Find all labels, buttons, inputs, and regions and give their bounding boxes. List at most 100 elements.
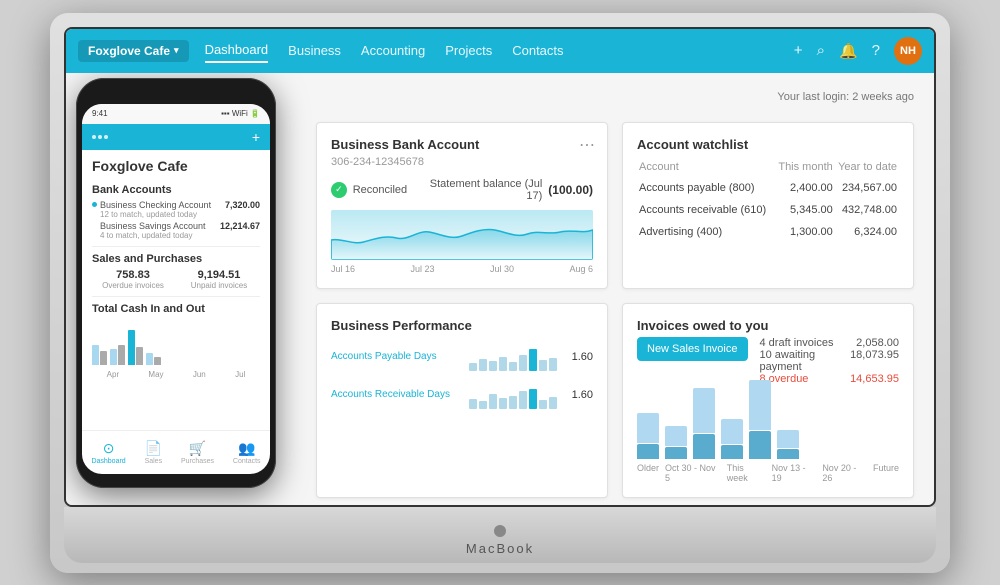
phone-nav-purchases[interactable]: 🛒 Purchases: [181, 440, 214, 465]
perf-bar: [469, 363, 477, 371]
phone-screen: 9:41 ▪▪▪ WiFi 🔋 +: [82, 104, 270, 474]
macbook-frame: Foxglove Cafe ▾ Dashboard Business Accou…: [50, 13, 950, 573]
macbook-camera: [494, 525, 506, 537]
phone-chart-labels: Apr May Jun Jul: [92, 370, 260, 379]
phone-cash-title: Total Cash In and Out: [92, 303, 260, 315]
perf-bar: [499, 398, 507, 409]
watchlist-col-ytd: Year to date: [835, 158, 897, 176]
purchases-icon: 🛒: [189, 440, 206, 457]
invoice-actions: New Sales Invoice 4 draft invoices 2,058…: [637, 337, 899, 385]
invoice-stat-row-0: 4 draft invoices 2,058.00: [760, 337, 900, 349]
phone-nav-dot: [104, 135, 108, 139]
phone-bar-group-apr: [92, 345, 107, 365]
watchlist-col-month: This month: [775, 158, 832, 176]
phone-add-icon[interactable]: +: [252, 129, 260, 145]
user-avatar[interactable]: NH: [894, 37, 922, 65]
nav-dashboard[interactable]: Dashboard: [205, 38, 269, 63]
chart-bar-oct: [665, 426, 687, 459]
phone-nav-dashboard[interactable]: ⊙ Dashboard: [91, 440, 125, 465]
phone-nav-contacts-label: Contacts: [233, 458, 261, 465]
perf-bar: [519, 391, 527, 409]
invoice-chart-area: Older Oct 30 - Nov 5 This week Nov 13 - …: [637, 395, 899, 483]
watchlist-card: Account watchlist Account This month Yea…: [622, 122, 914, 289]
bank-card-number: 306-234-12345678: [331, 156, 593, 168]
phone-bar-group-jul: [146, 353, 161, 365]
watchlist-title: Account watchlist: [637, 137, 899, 152]
dashboard-grid: ⋯ Business Bank Account 306-234-12345678…: [316, 122, 914, 505]
statement-label: Statement balance (Jul 17): [413, 178, 542, 202]
reconciled-status: Reconciled: [353, 184, 407, 196]
phone-bar: [136, 347, 143, 365]
phone-account-name-0: Business Checking Account 12 to match, u…: [92, 200, 211, 219]
last-login: Your last login: 2 weeks ago: [777, 91, 914, 103]
phone-bar: [92, 345, 99, 365]
phone-nav: +: [82, 124, 270, 150]
nav-accounting[interactable]: Accounting: [361, 39, 425, 62]
invoice-stats: 4 draft invoices 2,058.00 10 awaiting pa…: [760, 337, 900, 385]
perf-label-0: Accounts Payable Days: [331, 351, 461, 362]
chart-labels: Older Oct 30 - Nov 5 This week Nov 13 - …: [637, 463, 899, 483]
phone-divider-2: [92, 296, 260, 297]
chevron-down-icon: ▾: [174, 45, 179, 56]
org-switcher[interactable]: Foxglove Cafe ▾: [78, 40, 189, 62]
perf-bar: [539, 360, 547, 371]
invoices-card: Invoices owed to you New Sales Invoice 4…: [622, 303, 914, 498]
perf-bar: [499, 357, 507, 371]
bank-card-menu-icon[interactable]: ⋯: [579, 135, 595, 155]
reconciled-row: ✓ Reconciled Statement balance (Jul 17) …: [331, 178, 593, 202]
invoice-chart: [637, 399, 899, 459]
new-invoice-button[interactable]: New Sales Invoice: [637, 337, 748, 361]
phone-sales-label-1: Unpaid invoices: [178, 281, 260, 290]
nav-business[interactable]: Business: [288, 39, 341, 62]
phone-nav-contacts[interactable]: 👥 Contacts: [233, 440, 261, 465]
perf-bars-0: [469, 343, 557, 371]
perf-bar-highlight: [529, 349, 537, 371]
phone-nav-dots: [92, 135, 108, 139]
perf-value-1: 1.60: [565, 389, 593, 401]
phone-nav-dashboard-label: Dashboard: [91, 458, 125, 465]
main-content: Foxglove Cafe Your last login: 2 weeks a…: [66, 73, 934, 505]
phone-bottom-nav: ⊙ Dashboard 📄 Sales 🛒 Purchases: [82, 430, 270, 474]
perf-bar: [549, 397, 557, 409]
help-icon[interactable]: ?: [872, 42, 880, 59]
bell-icon[interactable]: 🔔: [839, 42, 858, 60]
phone-bank-title: Bank Accounts: [92, 184, 260, 196]
macbook-screen: Foxglove Cafe ▾ Dashboard Business Accou…: [64, 27, 936, 507]
perf-bar: [479, 359, 487, 371]
perf-bars-1: [469, 381, 557, 409]
nav-contacts[interactable]: Contacts: [512, 39, 563, 62]
phone-nav-dot: [98, 135, 102, 139]
phone-account-row-0: Business Checking Account 12 to match, u…: [92, 200, 260, 219]
sales-icon: 📄: [145, 440, 162, 457]
chart-bar-older: [637, 413, 659, 459]
phone-nav-purchases-label: Purchases: [181, 458, 214, 465]
phone-sales-amount-0: 758.83: [92, 269, 174, 281]
phone-bar: [128, 330, 135, 365]
phone-sales-title: Sales and Purchases: [92, 253, 260, 265]
reconciled-icon: ✓: [331, 182, 347, 198]
macbook-base: MacBook: [64, 507, 936, 563]
mobile-phone-overlay: 9:41 ▪▪▪ WiFi 🔋 +: [76, 78, 276, 488]
account-dot-icon: [92, 202, 97, 207]
bank-chart: [331, 210, 593, 260]
phone-nav-sales[interactable]: 📄 Sales: [145, 440, 163, 465]
search-icon[interactable]: ⌕: [817, 42, 825, 59]
invoice-stat-row-2: 8 overdue 14,653.95: [760, 373, 900, 385]
perf-bar: [469, 399, 477, 409]
add-icon[interactable]: +: [794, 42, 803, 59]
org-name: Foxglove Cafe: [88, 44, 170, 58]
phone-divider: [92, 246, 260, 247]
nav-projects[interactable]: Projects: [445, 39, 492, 62]
perf-bar: [539, 400, 547, 409]
watchlist-row: Advertising (400)1,300.006,324.00: [639, 222, 897, 242]
bank-account-card: ⋯ Business Bank Account 306-234-12345678…: [316, 122, 608, 289]
macbook-label: MacBook: [466, 541, 534, 556]
inv-bar-light: [637, 413, 659, 443]
perf-row-0: Accounts Payable Days: [331, 343, 593, 371]
top-navigation: Foxglove Cafe ▾ Dashboard Business Accou…: [66, 29, 934, 73]
phone-org-name: Foxglove Cafe: [92, 158, 260, 174]
perf-row-1: Accounts Receivable Days: [331, 381, 593, 409]
performance-card: Business Performance Accounts Payable Da…: [316, 303, 608, 498]
phone-notch: [146, 88, 206, 100]
phone-sales-amount-1: 9,194.51: [178, 269, 260, 281]
